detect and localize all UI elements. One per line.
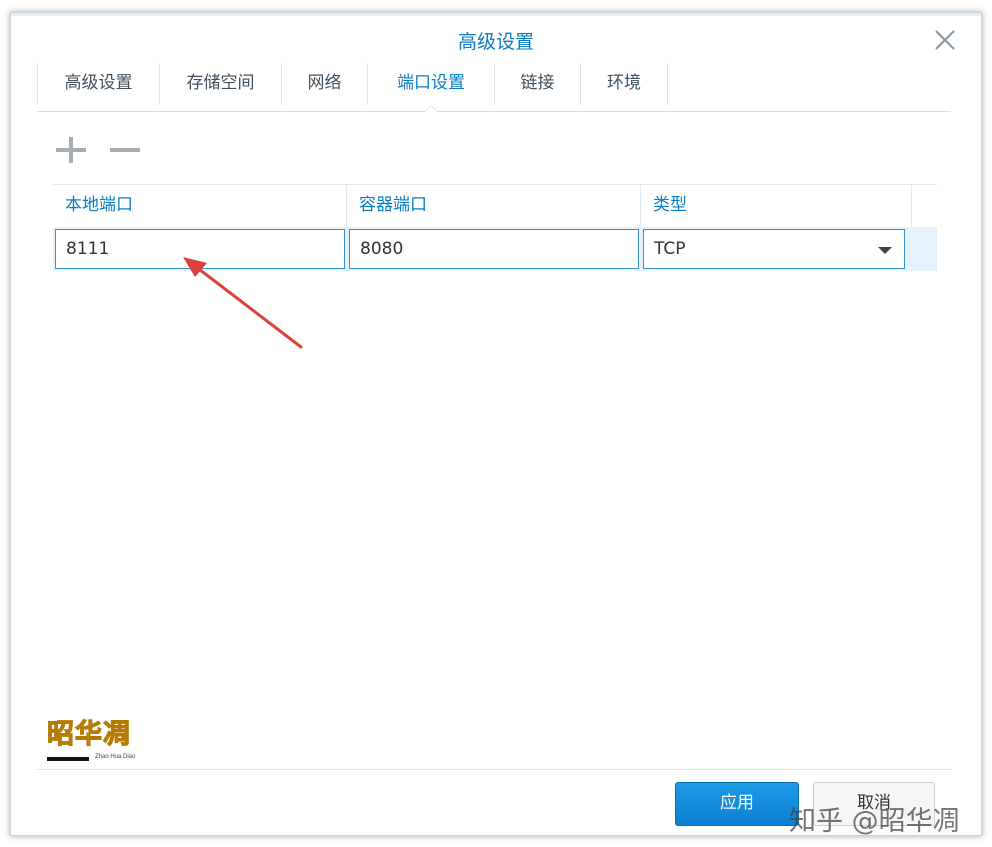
port-toolbar	[55, 137, 141, 163]
table-header: 本地端口 容器端口 类型	[53, 184, 937, 227]
apply-button[interactable]: 应用	[675, 782, 799, 826]
tab-advanced-settings[interactable]: 高级设置	[37, 63, 159, 105]
dialog-top-border	[11, 13, 981, 16]
logo-subtext: Zhao Hua Diao	[95, 754, 136, 760]
tab-label: 环境	[607, 73, 641, 93]
tab-label: 链接	[520, 73, 555, 93]
chevron-down-icon[interactable]	[878, 247, 892, 254]
logo-text: 昭华凋	[47, 719, 131, 751]
container-port-input[interactable]: 8080	[349, 229, 639, 269]
dialog-title: 高级设置	[457, 31, 534, 53]
column-header-type: 类型	[641, 185, 912, 227]
column-header-container-port: 容器端口	[347, 185, 641, 227]
annotation-arrow-icon	[183, 257, 303, 349]
plus-icon[interactable]	[55, 137, 87, 163]
watermark-text: 知乎 @昭华凋	[789, 806, 960, 837]
tab-label: 端口设置	[397, 73, 465, 93]
type-cell: TCP	[641, 227, 907, 271]
tab-network[interactable]: 网络	[281, 63, 367, 105]
column-header-local-port: 本地端口	[53, 185, 347, 227]
close-icon[interactable]	[933, 28, 957, 52]
column-header-spacer	[912, 185, 937, 227]
active-tab-indicator	[424, 105, 438, 112]
tab-environment[interactable]: 环境	[580, 63, 668, 105]
tab-label: 网络	[307, 73, 342, 93]
advanced-settings-dialog: 高级设置 高级设置 存储空间 网络 端口设置 链接 环境 本地端口 容器端口 类…	[10, 12, 982, 837]
tab-storage[interactable]: 存储空间	[159, 63, 281, 105]
brand-logo: 昭华凋 Zhao Hua Diao	[47, 719, 147, 769]
tab-links[interactable]: 链接	[494, 63, 580, 105]
tab-label: 存储空间	[186, 73, 255, 93]
footer-divider	[37, 769, 951, 770]
logo-underline	[47, 757, 89, 761]
tab-label: 高级设置	[64, 73, 133, 93]
container-port-cell: 8080	[347, 227, 641, 271]
row-spacer-cell	[907, 227, 937, 271]
tab-bar: 高级设置 存储空间 网络 端口设置 链接 环境	[37, 63, 951, 112]
protocol-type-select[interactable]: TCP	[643, 229, 905, 269]
tab-port-settings[interactable]: 端口设置	[367, 63, 494, 112]
protocol-type-value: TCP	[654, 239, 686, 259]
minus-icon[interactable]	[109, 137, 141, 163]
